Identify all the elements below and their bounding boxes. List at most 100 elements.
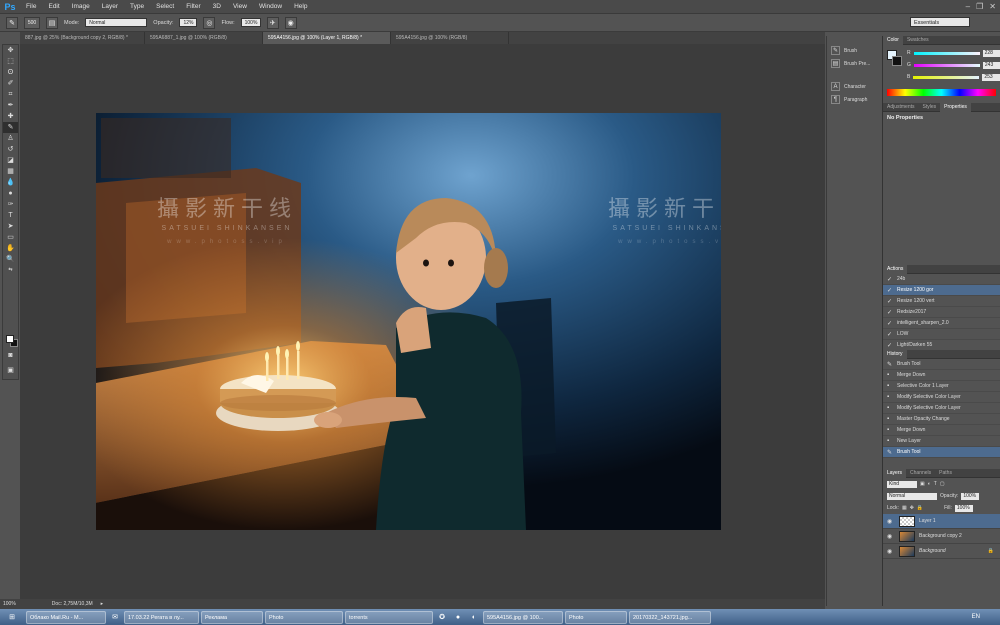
history-item[interactable]: ✎ Brush Tool	[883, 447, 1000, 458]
color-bg-swatch[interactable]	[892, 56, 902, 66]
screen-mode-icon[interactable]: ▣	[3, 365, 18, 376]
list-item[interactable]: ✓ Light/Darken 55	[883, 340, 1000, 350]
mode-select[interactable]: Normal	[85, 18, 148, 27]
color-slider-b[interactable]: B 253	[903, 71, 1000, 83]
minimize-icon[interactable]: –	[966, 2, 970, 11]
layer-row[interactable]: ◉ Background 🔒	[883, 544, 1000, 559]
blur-tool-icon[interactable]: 💧	[3, 177, 18, 188]
color-slider-r[interactable]: R 228	[903, 47, 1000, 59]
tab-swatches[interactable]: Swatches	[903, 36, 933, 45]
color-value-r[interactable]: 228	[982, 49, 1000, 57]
menu-layer[interactable]: Layer	[96, 3, 124, 10]
taskbar-item[interactable]: torrents	[345, 610, 433, 624]
taskbar-item[interactable]: 17.03.22 Регата в лу...	[124, 610, 199, 624]
taskbar-item[interactable]: Photo	[265, 610, 343, 624]
lock-all-icon[interactable]: 🔒	[917, 505, 923, 511]
slider-track-b[interactable]	[913, 75, 980, 79]
paragraph-panel-button[interactable]: ¶ Paragraph	[827, 93, 881, 106]
canvas-area[interactable]: 攝影新干线 SATSUEI SHINKANSEN www.photoss.vip…	[20, 44, 825, 599]
status-arrow-icon[interactable]: ▸	[101, 601, 104, 607]
history-item[interactable]: ▪ Master Opacity Change	[883, 414, 1000, 425]
brush-panel-button[interactable]: ✎ Brush	[827, 44, 881, 57]
gradient-tool-icon[interactable]: ▦	[3, 166, 18, 177]
filter-type-icon[interactable]: T	[934, 481, 937, 487]
menu-file[interactable]: File	[20, 3, 42, 10]
type-tool-icon[interactable]: T	[3, 210, 18, 221]
app-icon[interactable]: ◐	[467, 611, 481, 624]
quick-select-tool-icon[interactable]: ✐	[3, 78, 18, 89]
brush-tool-icon[interactable]: ✎	[3, 122, 18, 133]
zoom-tool-icon[interactable]: 🔍	[3, 254, 18, 265]
quick-mask-icon[interactable]: ◙	[3, 350, 18, 361]
foreground-color-swatch[interactable]	[6, 335, 14, 343]
lock-pixels-icon[interactable]: ▦	[902, 505, 907, 511]
history-item[interactable]: ▪ Merge Down	[883, 425, 1000, 436]
tab-properties[interactable]: Properties	[940, 102, 971, 112]
restore-icon[interactable]: ❐	[976, 2, 983, 11]
list-item[interactable]: ✓ Redsize2017	[883, 307, 1000, 318]
move-tool-icon[interactable]: ✥	[3, 45, 18, 56]
list-item[interactable]: ✓ LOW	[883, 329, 1000, 340]
slider-track-r[interactable]	[913, 51, 980, 55]
tab-adjustments[interactable]: Adjustments	[883, 103, 919, 112]
tab-paths[interactable]: Paths	[935, 469, 956, 478]
eye-icon[interactable]: ◉	[887, 533, 895, 540]
app-icon[interactable]: ✉	[108, 611, 122, 624]
opacity-field[interactable]: 12%	[179, 18, 198, 27]
close-icon[interactable]: ✕	[989, 2, 996, 11]
tab-actions[interactable]: Actions	[883, 264, 908, 274]
history-item[interactable]: ▪ Selective Color 1 Layer	[883, 381, 1000, 392]
eye-icon[interactable]: ◉	[887, 548, 895, 555]
tab-layers[interactable]: Layers	[883, 468, 907, 478]
list-item[interactable]: ✓ Resize 1200 vert	[883, 296, 1000, 307]
menu-3d[interactable]: 3D	[207, 3, 227, 10]
doc-tab[interactable]: 595A6887_1.jpg @ 100% (RGB/8)	[145, 32, 263, 44]
color-value-g[interactable]: 243	[982, 61, 1000, 69]
brush-size-picker[interactable]: 500	[24, 16, 40, 29]
eraser-tool-icon[interactable]: ◪	[3, 155, 18, 166]
path-select-tool-icon[interactable]: ➤	[3, 221, 18, 232]
pen-tool-icon[interactable]: ✑	[3, 199, 18, 210]
layer-kind-filter[interactable]: Kind	[887, 480, 917, 488]
history-item[interactable]: ▪ Modify Selective Color Layer	[883, 403, 1000, 414]
taskbar-item[interactable]: Реклама	[201, 610, 263, 624]
document-image[interactable]: 攝影新干线 SATSUEI SHINKANSEN www.photoss.vip…	[96, 113, 721, 530]
history-item[interactable]: ▪ Merge Down	[883, 370, 1000, 381]
doc-tab[interactable]: 887.jpg @ 25% (Background copy 2, RGB/8)…	[20, 32, 145, 44]
app-icon[interactable]: ●	[451, 611, 465, 624]
filter-adjust-icon[interactable]: ◐	[928, 481, 931, 487]
history-item[interactable]: ▪ Modify Selective Color Layer	[883, 392, 1000, 403]
menu-type[interactable]: Type	[124, 3, 150, 10]
list-item[interactable]: ✓ 24b	[883, 274, 1000, 285]
menu-edit[interactable]: Edit	[42, 3, 65, 10]
swap-colors-icon[interactable]: ⇆	[3, 265, 18, 276]
layer-fill-field[interactable]: 100%	[954, 504, 973, 512]
start-button-icon[interactable]: ⊞	[0, 611, 24, 624]
tab-channels[interactable]: Channels	[906, 469, 935, 478]
doc-tab-active[interactable]: 595A4156.jpg @ 100% (Layer 1, RGB/8) *	[263, 32, 391, 44]
filter-shape-icon[interactable]: ▢	[940, 481, 945, 487]
slider-track-g[interactable]	[913, 63, 980, 67]
history-item[interactable]: ▪ New Layer	[883, 436, 1000, 447]
history-brush-tool-icon[interactable]: ↺	[3, 144, 18, 155]
language-indicator[interactable]: EN	[972, 614, 980, 620]
healing-brush-tool-icon[interactable]: ✚	[3, 111, 18, 122]
color-spectrum[interactable]	[887, 89, 996, 96]
lock-position-icon[interactable]: ✥	[910, 505, 914, 511]
menu-view[interactable]: View	[227, 3, 253, 10]
layer-row[interactable]: ◉ Background copy 2	[883, 529, 1000, 544]
taskbar-item[interactable]: 20170322_143721.jpg...	[629, 610, 711, 624]
menu-window[interactable]: Window	[253, 3, 288, 10]
list-item[interactable]: ✓ Resize 1200 gor	[883, 285, 1000, 296]
history-item[interactable]: ✎ Brush Tool	[883, 359, 1000, 370]
menu-select[interactable]: Select	[150, 3, 180, 10]
menu-filter[interactable]: Filter	[180, 3, 206, 10]
menu-image[interactable]: Image	[66, 3, 96, 10]
zoom-level[interactable]: 100%	[3, 601, 16, 607]
airbrush-icon[interactable]: ✈	[266, 16, 279, 29]
blend-mode-select[interactable]: Normal	[887, 492, 937, 500]
tab-styles[interactable]: Styles	[919, 103, 941, 112]
eye-icon[interactable]: ◉	[887, 518, 895, 525]
dodge-tool-icon[interactable]: ●	[3, 188, 18, 199]
list-item[interactable]: ✓ intelligent_sharpen_2.0	[883, 318, 1000, 329]
